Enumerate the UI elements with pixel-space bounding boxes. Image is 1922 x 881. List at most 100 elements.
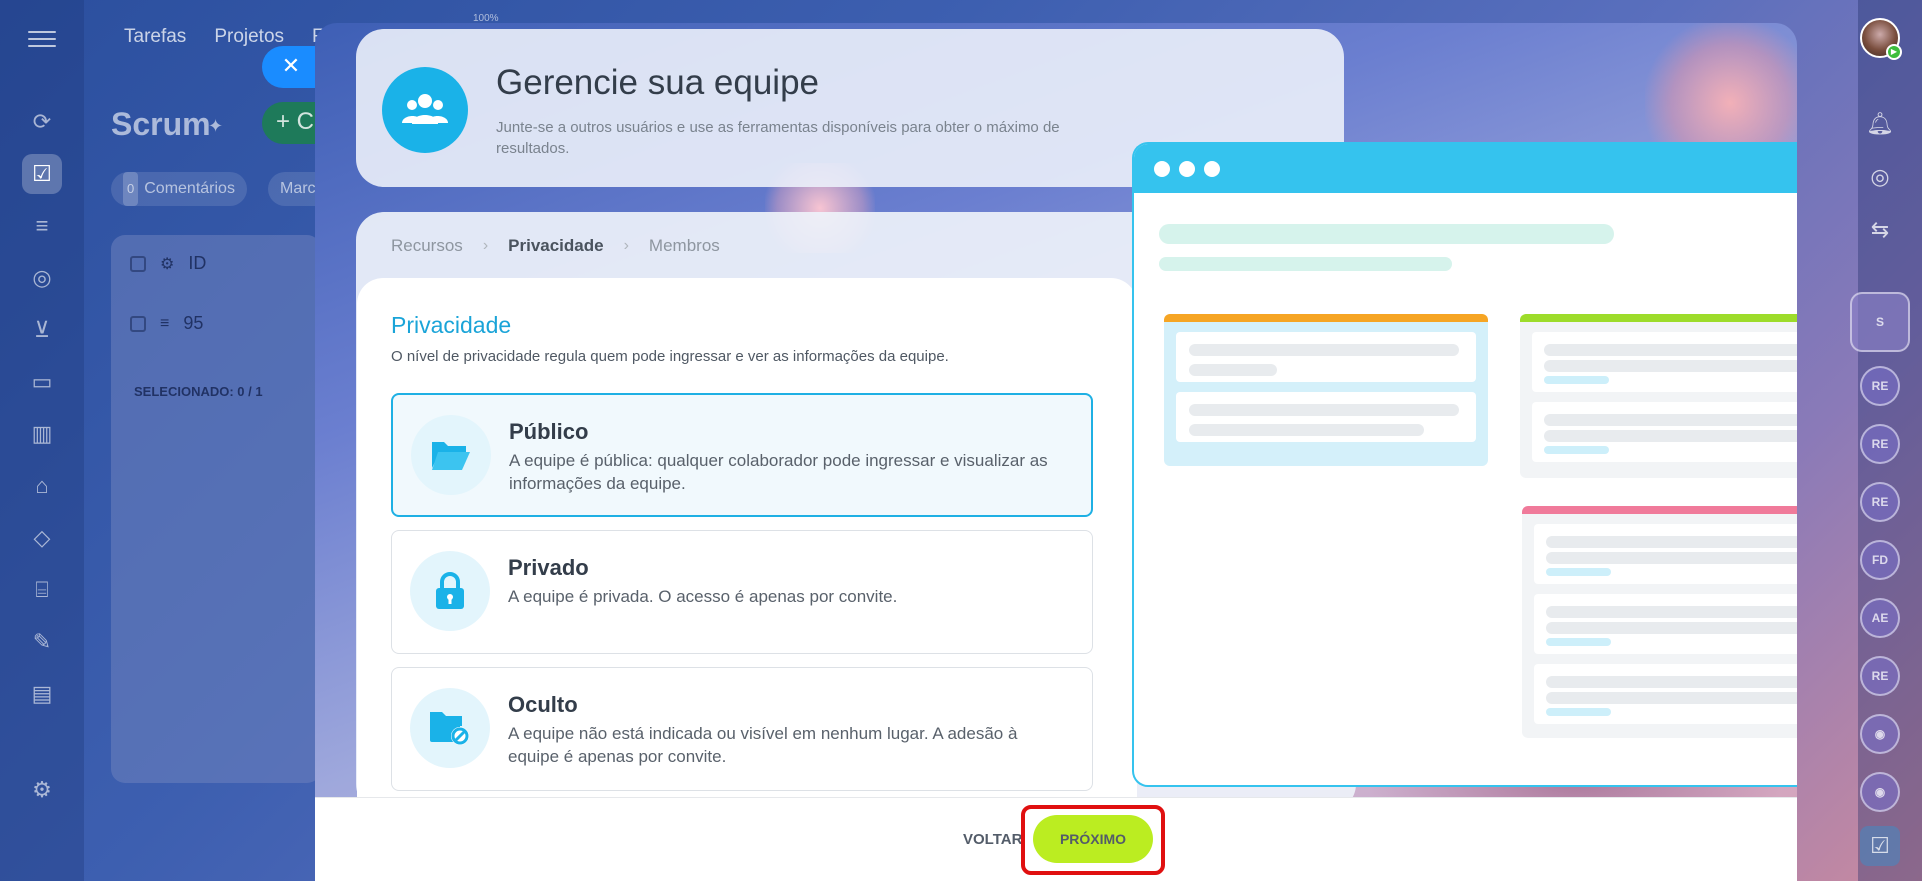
comments-label: Comentários (144, 180, 235, 197)
selected-value: 0 / 1 (237, 384, 263, 399)
wizard-subtitle: Junte-se a outros usuários e use as ferr… (496, 119, 1060, 157)
window-dots-icon (1134, 144, 1797, 193)
comments-chip[interactable]: 0 Comentários (111, 172, 247, 206)
privacy-form: Privacidade O nível de privacidade regul… (357, 278, 1137, 798)
sync-icon[interactable]: ⇆ (1860, 210, 1900, 250)
illustration-bar (1544, 360, 1797, 372)
cart-icon[interactable]: ⊻ (22, 310, 62, 350)
user-avatar[interactable]: ▶ (1860, 18, 1902, 60)
play-icon: ▶ (1886, 44, 1902, 60)
avatar-re[interactable]: RE (1860, 656, 1900, 696)
close-icon: ✕ (281, 53, 301, 78)
nav-projects[interactable]: Projetos (214, 26, 284, 48)
option-description: A equipe é privada. O acesso é apenas po… (508, 587, 898, 606)
back-button[interactable]: VOLTAR (963, 831, 1022, 848)
top-nav: Tarefas Projetos F (124, 26, 324, 48)
section-title: Privacidade (391, 312, 512, 338)
illustration-bar (1544, 344, 1797, 356)
target-icon[interactable]: ◎ (22, 258, 62, 298)
row-checkbox[interactable] (130, 315, 146, 332)
card-icon[interactable]: ▭ (22, 362, 62, 402)
illustration-bar (1544, 376, 1609, 384)
illustration-bar (1546, 568, 1611, 576)
menu-icon[interactable] (28, 26, 56, 52)
illustration-bar (1546, 536, 1797, 548)
chat-icon[interactable]: ◉ (1860, 772, 1900, 812)
illustration-bar (1189, 424, 1424, 436)
wizard-title: Gerencie sua equipe (496, 63, 819, 102)
illustration-bar (1544, 430, 1797, 442)
team-icon (382, 67, 468, 153)
avatar-re[interactable]: RE (1860, 482, 1900, 522)
section-description: O nível de privacidade regula quem pode … (391, 348, 949, 365)
illustration-bar (1546, 552, 1797, 564)
left-sidebar: ⟳ ☑ ≡ ◎ ⊻ ▭ ▥ ⌂ ◇ ⌸ ✎ ▤ ⚙ (0, 0, 84, 881)
illustration-bar (1546, 676, 1797, 688)
privacy-option-public[interactable]: Público A equipe é pública: qualquer col… (391, 393, 1093, 517)
breadcrumb: Recursos › Privacidade › Membros (391, 236, 720, 256)
pin-icon[interactable]: ✦ (208, 116, 223, 137)
wizard-footer: VOLTAR PRÓXIMO (315, 797, 1797, 881)
robot-icon[interactable]: ⌂ (22, 466, 62, 506)
hidden-folder-icon (410, 688, 490, 768)
board-illustration (1132, 142, 1797, 787)
option-title: Público (509, 419, 589, 444)
table-row: ≡ 95 (130, 313, 203, 334)
id-column-header: ID (188, 253, 207, 273)
step-members[interactable]: Membros (649, 236, 720, 256)
filter-icon[interactable]: ≡ (22, 206, 62, 246)
chat-icon[interactable]: ◉ (1860, 714, 1900, 754)
sign-icon[interactable]: ✎ (22, 622, 62, 662)
row-id: 95 (183, 313, 204, 333)
avatar-s[interactable]: S (1850, 292, 1910, 352)
bell-icon[interactable]: 🔔︎ (1860, 104, 1900, 144)
highlight-box (1021, 805, 1165, 875)
tasks-icon[interactable]: ☑ (22, 154, 62, 194)
lock-icon (410, 551, 490, 631)
page-title: Scrum (111, 106, 211, 142)
step-resources[interactable]: Recursos (391, 236, 463, 256)
option-description: A equipe é pública: qualquer colaborador… (509, 451, 1048, 493)
box-icon[interactable]: ◇ (22, 518, 62, 558)
gear-icon[interactable]: ⚙ (160, 254, 174, 274)
scan-icon[interactable]: ◎ (1860, 157, 1900, 197)
chart-icon[interactable]: ▥ (22, 414, 62, 454)
close-slider-button[interactable]: ✕ (262, 46, 320, 88)
illustration-bar (1544, 414, 1797, 426)
illustration-bar (1189, 404, 1459, 416)
chevron-right-icon: › (623, 237, 629, 254)
illustration-bar (1189, 344, 1459, 356)
nav-tasks[interactable]: Tarefas (124, 26, 186, 48)
option-title: Privado (508, 555, 589, 580)
feed-icon[interactable]: ⟳ (22, 102, 62, 142)
selected-count: SELECIONADO: 0 / 1 (134, 384, 263, 399)
select-all-checkbox[interactable] (130, 255, 146, 272)
selected-label: SELECIONADO: (134, 384, 234, 399)
avatar-re[interactable]: RE (1860, 366, 1900, 406)
avatar-ae[interactable]: AE (1860, 598, 1900, 638)
task-check-icon[interactable]: ☑ (1860, 826, 1900, 866)
privacy-option-private[interactable]: Privado A equipe é privada. O acesso é a… (391, 530, 1093, 654)
illustration-bar (1159, 224, 1614, 244)
illustration-bar (1159, 257, 1452, 271)
table-header: ⚙ ID (130, 253, 206, 274)
store-icon[interactable]: ⌸ (22, 570, 62, 610)
privacy-option-hidden[interactable]: Oculto A equipe não está indicada ou vis… (391, 667, 1093, 791)
chevron-right-icon: › (482, 237, 489, 254)
illustration-bar (1544, 446, 1609, 454)
avatar-fd[interactable]: FD (1860, 540, 1900, 580)
illustration-bar (1546, 692, 1797, 704)
option-description: A equipe não está indicada ou visível em… (508, 724, 1018, 766)
settings-icon[interactable]: ⚙ (22, 770, 62, 810)
illustration-bar (1189, 364, 1277, 376)
folder-open-icon (411, 415, 491, 495)
illustration-bar (1546, 606, 1797, 618)
step-privacy[interactable]: Privacidade (508, 236, 603, 256)
illustration-bar (1546, 708, 1611, 716)
right-sidebar: ▶ 🔔︎ ◎ ⇆ S RE RE RE FD AE RE ◉ ◉ ☑ (1850, 0, 1922, 881)
illustration-bar (1546, 622, 1797, 634)
drag-handle-icon[interactable]: ≡ (160, 315, 169, 333)
doc-icon[interactable]: ▤ (22, 674, 62, 714)
illustration-bar (1546, 638, 1611, 646)
avatar-re[interactable]: RE (1860, 424, 1900, 464)
